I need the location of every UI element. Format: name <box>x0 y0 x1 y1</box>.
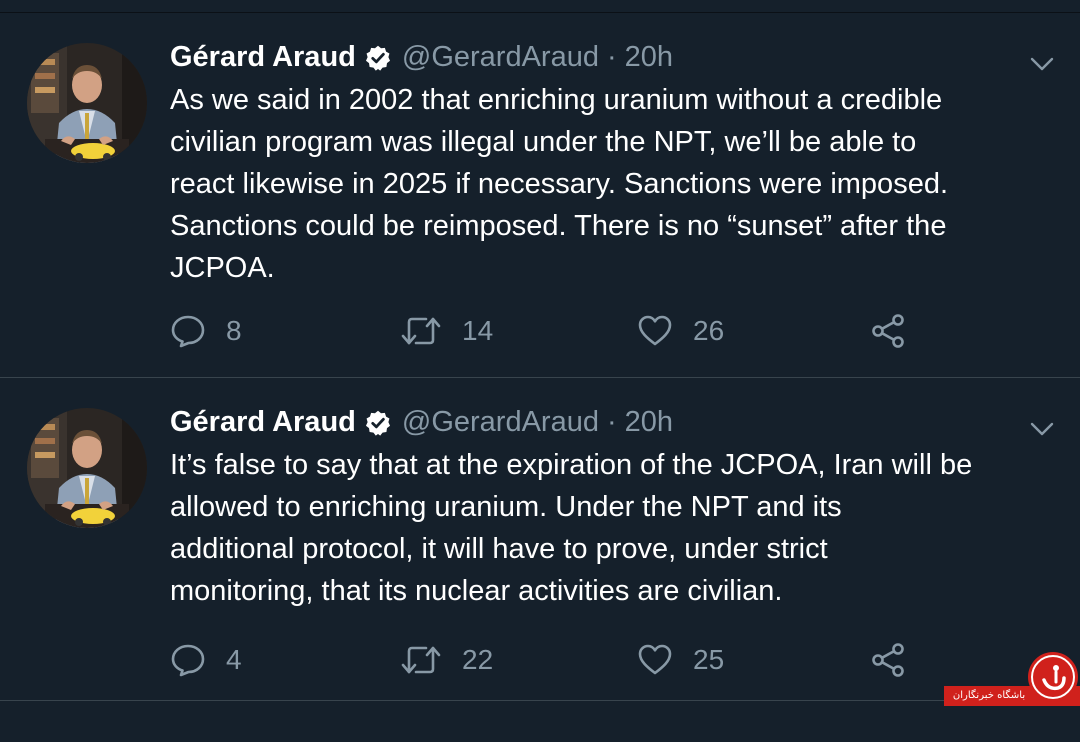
timestamp[interactable]: 20h <box>625 402 673 442</box>
separator-dot: · <box>606 41 617 73</box>
bottom-divider <box>0 700 1080 701</box>
reply-count: 4 <box>226 644 242 675</box>
like-count: 25 <box>693 644 725 675</box>
watermark: باشگاه خبرنگاران <box>944 650 1080 706</box>
verified-badge-icon <box>364 408 392 436</box>
like-button[interactable]: 25 <box>637 638 724 682</box>
retweet-button[interactable]: 22 <box>400 638 493 682</box>
reply-icon <box>171 644 205 677</box>
reply-button[interactable]: 8 <box>170 309 242 353</box>
like-count: 26 <box>693 315 725 346</box>
chevron-down-icon[interactable] <box>1029 416 1055 442</box>
retweet-button[interactable]: 14 <box>400 309 493 353</box>
tweet-text: It’s false to say that at the expiration… <box>170 449 973 607</box>
tweet-text: As we said in 2002 that enriching uraniu… <box>170 84 949 284</box>
tweet-actions: 4 22 25 <box>170 638 930 682</box>
tweet[interactable]: Gérard Araud @GerardAraud · 20h It’s fal… <box>0 378 1080 742</box>
share-button[interactable] <box>870 309 906 353</box>
avatar[interactable] <box>27 43 147 163</box>
chevron-down-icon[interactable] <box>1029 51 1055 77</box>
retweet-count: 14 <box>462 315 494 346</box>
separator-dot: · <box>606 406 617 438</box>
share-icon <box>872 643 904 677</box>
heart-icon <box>638 315 672 346</box>
retweet-icon <box>401 317 441 345</box>
reply-icon <box>171 315 205 348</box>
share-icon <box>872 314 904 348</box>
tweet-header: Gérard Araud @GerardAraud · 20h <box>170 37 673 77</box>
like-button[interactable]: 26 <box>637 309 724 353</box>
heart-icon <box>638 644 672 675</box>
reply-count: 8 <box>226 315 242 346</box>
reply-button[interactable]: 4 <box>170 638 242 682</box>
verified-badge-icon <box>364 43 392 71</box>
author-name[interactable]: Gérard Araud <box>170 402 356 442</box>
avatar[interactable] <box>27 408 147 528</box>
tweet[interactable]: Gérard Araud @GerardAraud · 20h As we sa… <box>0 13 1080 377</box>
retweet-count: 22 <box>462 644 494 675</box>
tweet-actions: 8 14 26 <box>170 309 930 353</box>
tweet-header: Gérard Araud @GerardAraud · 20h <box>170 402 673 442</box>
timestamp[interactable]: 20h <box>625 37 673 77</box>
retweet-icon <box>401 646 441 674</box>
watermark-label: باشگاه خبرنگاران <box>952 690 1026 701</box>
share-button[interactable] <box>870 638 906 682</box>
watermark-logo-icon <box>1026 650 1080 706</box>
author-handle[interactable]: @GerardAraud <box>402 37 599 77</box>
author-name[interactable]: Gérard Araud <box>170 37 356 77</box>
author-handle[interactable]: @GerardAraud <box>402 402 599 442</box>
